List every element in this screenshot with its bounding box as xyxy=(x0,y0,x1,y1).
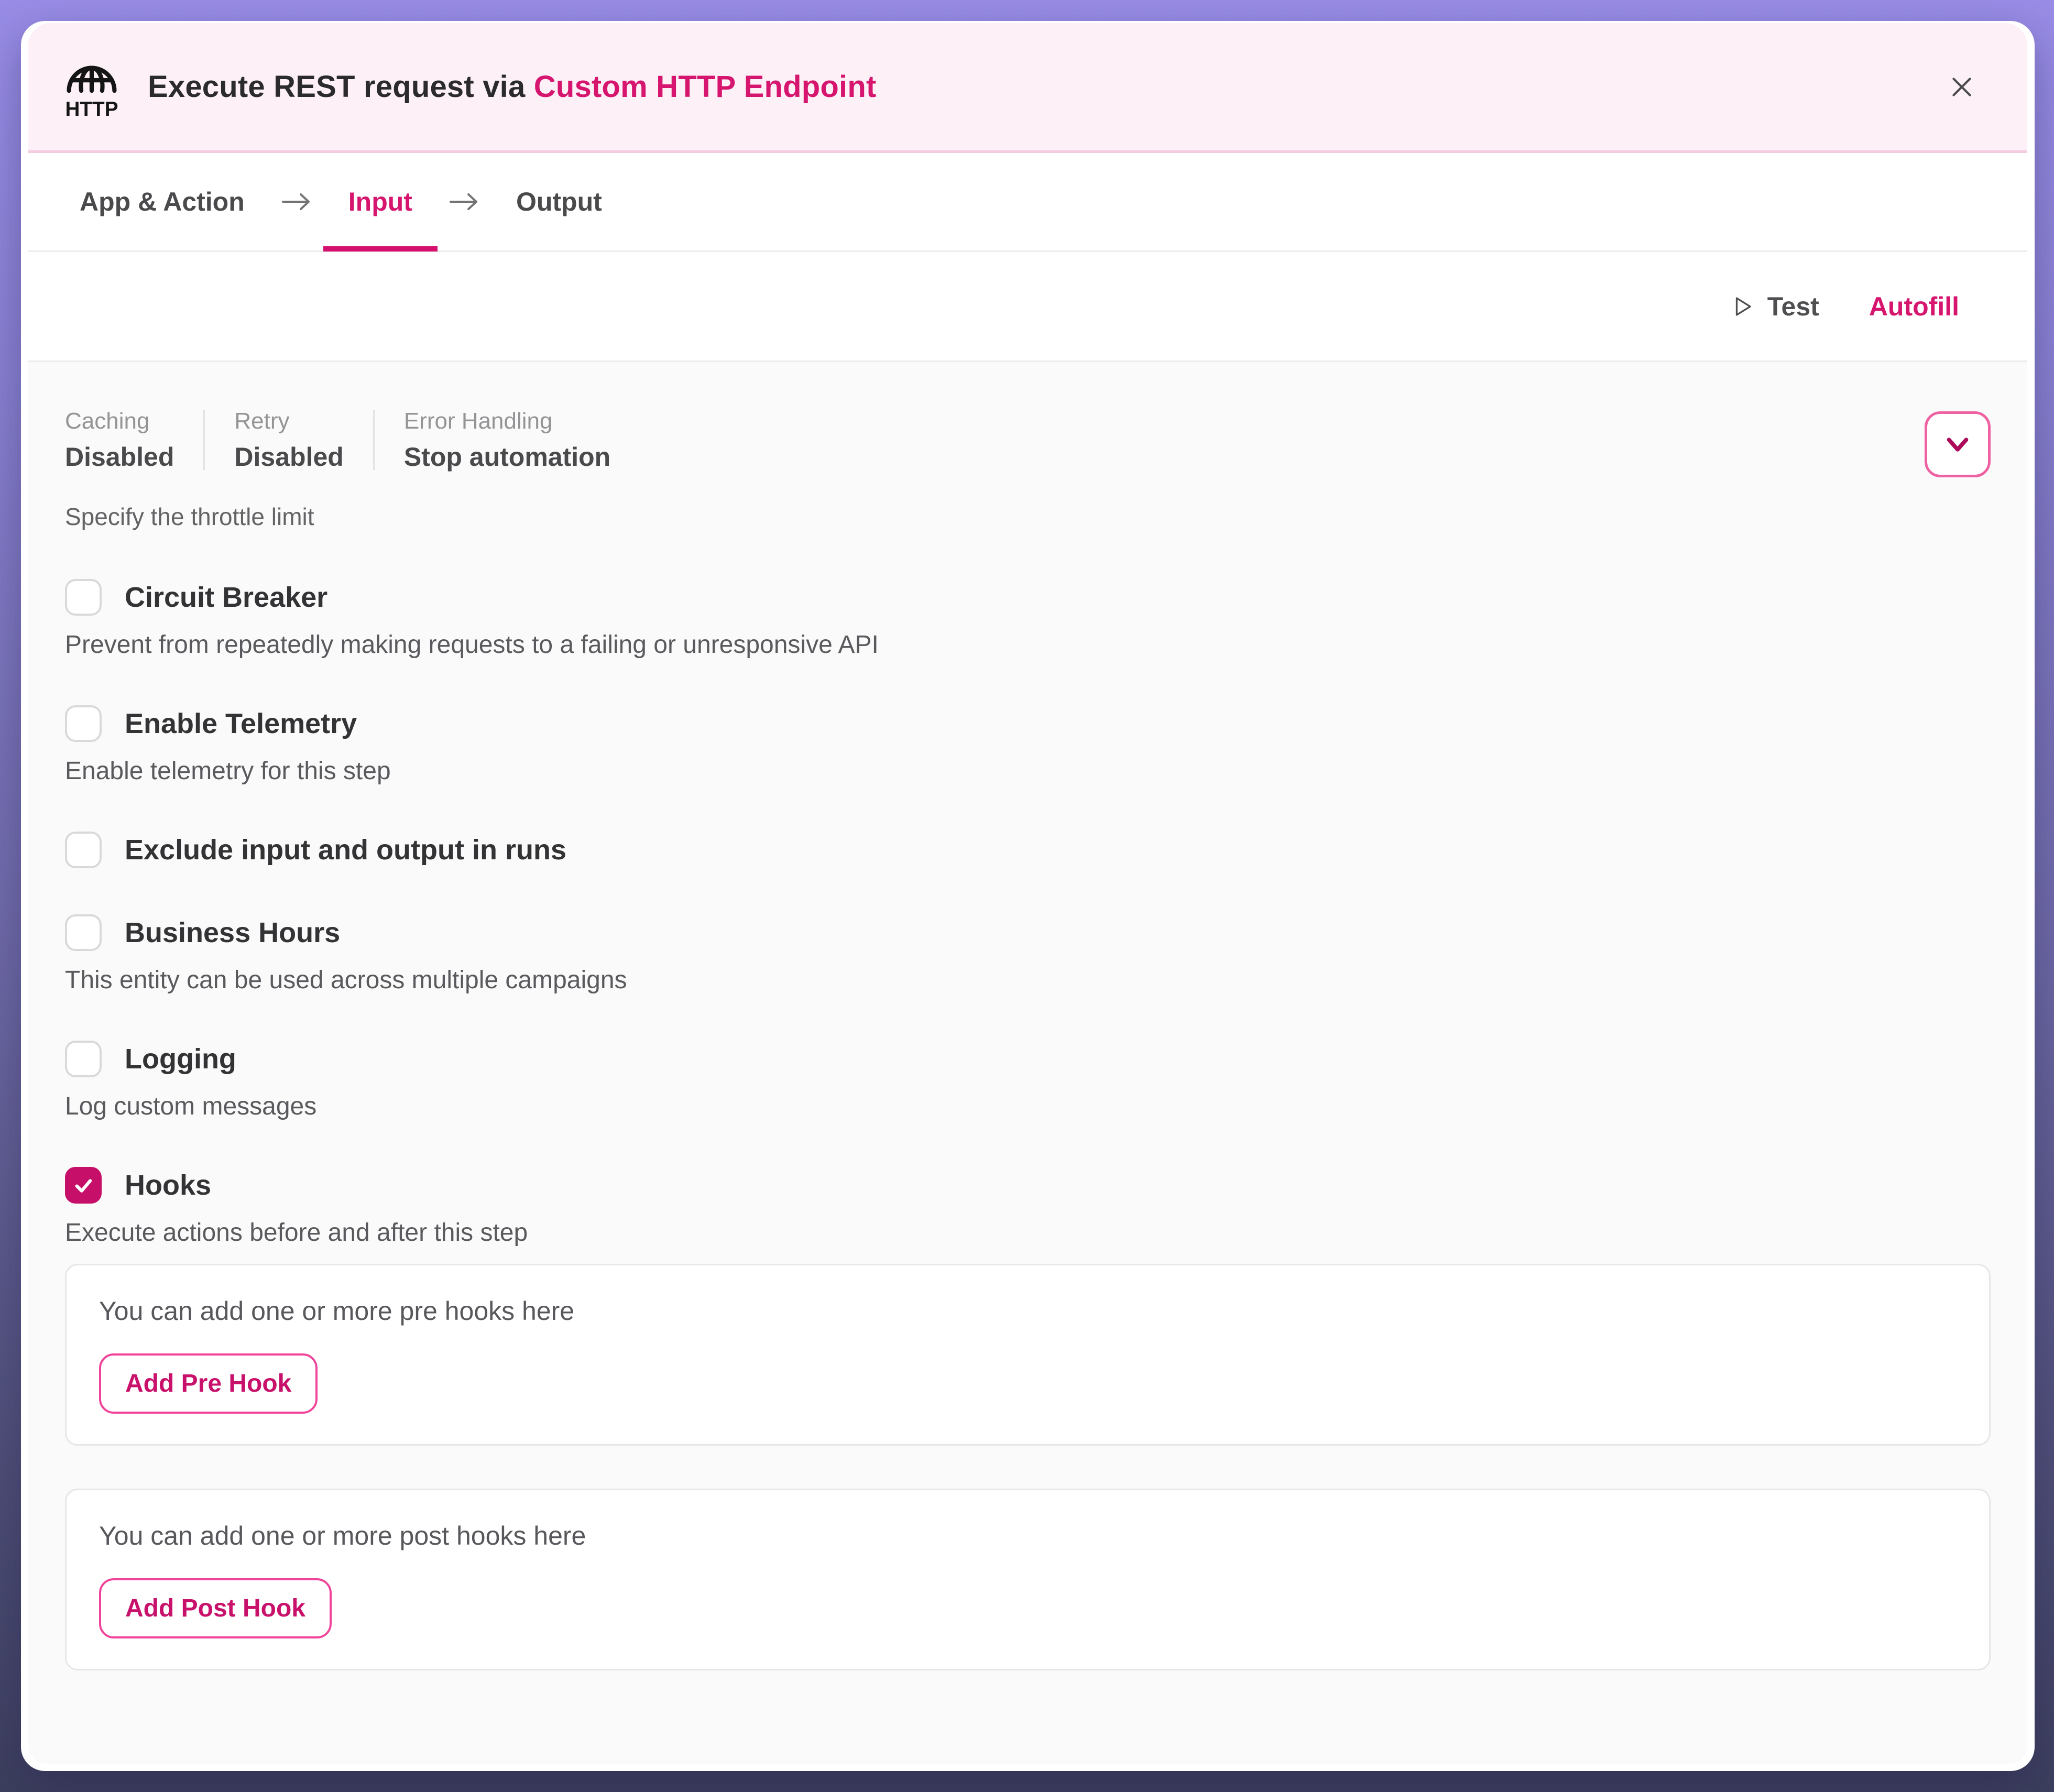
dialog-title-highlight: Custom HTTP Endpoint xyxy=(534,70,877,104)
tab-output[interactable]: Output xyxy=(491,153,627,250)
summary-label: Error Handling xyxy=(404,408,610,434)
step-tabs: App & Action Input Output xyxy=(28,153,2027,252)
option-exclude-input-output: Exclude input and output in runs xyxy=(65,832,1991,868)
post-hooks-hint: You can add one or more post hooks here xyxy=(99,1521,1957,1551)
chevron-down-icon xyxy=(1940,427,1975,462)
add-pre-hook-button[interactable]: Add Pre Hook xyxy=(99,1353,318,1414)
check-icon xyxy=(69,1171,97,1199)
summary-value: Disabled xyxy=(65,442,174,472)
exclude-input-output-checkbox[interactable] xyxy=(65,832,102,868)
settings-summary: Caching Disabled Retry Disabled Error Ha… xyxy=(65,408,1991,472)
option-label: Business Hours xyxy=(125,916,340,949)
option-description: Enable telemetry for this step xyxy=(65,757,1991,785)
add-post-hook-button[interactable]: Add Post Hook xyxy=(99,1578,332,1638)
option-label: Circuit Breaker xyxy=(125,581,327,614)
summary-error-handling: Error Handling Stop automation xyxy=(404,408,610,472)
arrow-right-icon xyxy=(279,189,314,215)
option-business-hours: Business Hours This entity can be used a… xyxy=(65,914,1991,995)
close-icon xyxy=(1948,73,1975,101)
hooks-checkbox[interactable] xyxy=(65,1167,102,1204)
play-icon xyxy=(1731,294,1755,319)
pre-hooks-hint: You can add one or more pre hooks here xyxy=(99,1296,1957,1326)
option-label: Enable Telemetry xyxy=(125,707,357,740)
actions-row: Test Autofill xyxy=(28,252,2027,362)
circuit-breaker-checkbox[interactable] xyxy=(65,579,102,616)
divider xyxy=(203,410,205,470)
option-circuit-breaker: Circuit Breaker Prevent from repeatedly … xyxy=(65,579,1991,659)
options-list: Circuit Breaker Prevent from repeatedly … xyxy=(65,579,1991,1247)
option-logging: Logging Log custom messages xyxy=(65,1041,1991,1121)
option-label: Hooks xyxy=(125,1169,211,1201)
summary-retry: Retry Disabled xyxy=(234,408,343,472)
logging-checkbox[interactable] xyxy=(65,1041,102,1077)
business-hours-checkbox[interactable] xyxy=(65,914,102,951)
throttle-limit-hint: Specify the throttle limit xyxy=(65,502,1991,531)
purple-backdrop: { "header": { "title_prefix": "Execute R… xyxy=(0,0,2054,1792)
option-description: Execute actions before and after this st… xyxy=(65,1218,1991,1247)
settings-panel: Caching Disabled Retry Disabled Error Ha… xyxy=(28,362,2027,1764)
tab-app-and-action[interactable]: App & Action xyxy=(54,153,270,250)
divider xyxy=(373,410,375,470)
pre-hooks-card: You can add one or more pre hooks here A… xyxy=(65,1264,1991,1446)
http-endpoint-dialog: HTTP Execute REST request via Custom HTT… xyxy=(21,21,2035,1771)
summary-value: Stop automation xyxy=(404,442,610,472)
enable-telemetry-checkbox[interactable] xyxy=(65,705,102,742)
arrow-right-icon xyxy=(447,189,482,215)
option-label: Logging xyxy=(125,1043,236,1075)
summary-value: Disabled xyxy=(234,442,343,472)
summary-label: Caching xyxy=(65,408,174,434)
test-label: Test xyxy=(1767,291,1819,322)
tab-input[interactable]: Input xyxy=(323,153,438,250)
summary-caching: Caching Disabled xyxy=(65,408,174,472)
post-hooks-card: You can add one or more post hooks here … xyxy=(65,1489,1991,1670)
test-button[interactable]: Test xyxy=(1731,291,1819,322)
collapse-settings-button[interactable] xyxy=(1925,411,1991,477)
autofill-button[interactable]: Autofill xyxy=(1869,291,1959,322)
option-description: Prevent from repeatedly making requests … xyxy=(65,630,1991,659)
option-description: Log custom messages xyxy=(65,1092,1991,1121)
http-globe-icon: HTTP xyxy=(61,55,123,119)
dialog-title: Execute REST request via Custom HTTP End… xyxy=(148,69,877,104)
svg-text:HTTP: HTTP xyxy=(65,98,118,119)
option-hooks: Hooks Execute actions before and after t… xyxy=(65,1167,1991,1247)
close-button[interactable] xyxy=(1943,69,1980,105)
summary-label: Retry xyxy=(234,408,343,434)
option-description: This entity can be used across multiple … xyxy=(65,966,1991,995)
option-label: Exclude input and output in runs xyxy=(125,834,566,866)
option-enable-telemetry: Enable Telemetry Enable telemetry for th… xyxy=(65,705,1991,785)
dialog-header: HTTP Execute REST request via Custom HTT… xyxy=(28,23,2027,153)
